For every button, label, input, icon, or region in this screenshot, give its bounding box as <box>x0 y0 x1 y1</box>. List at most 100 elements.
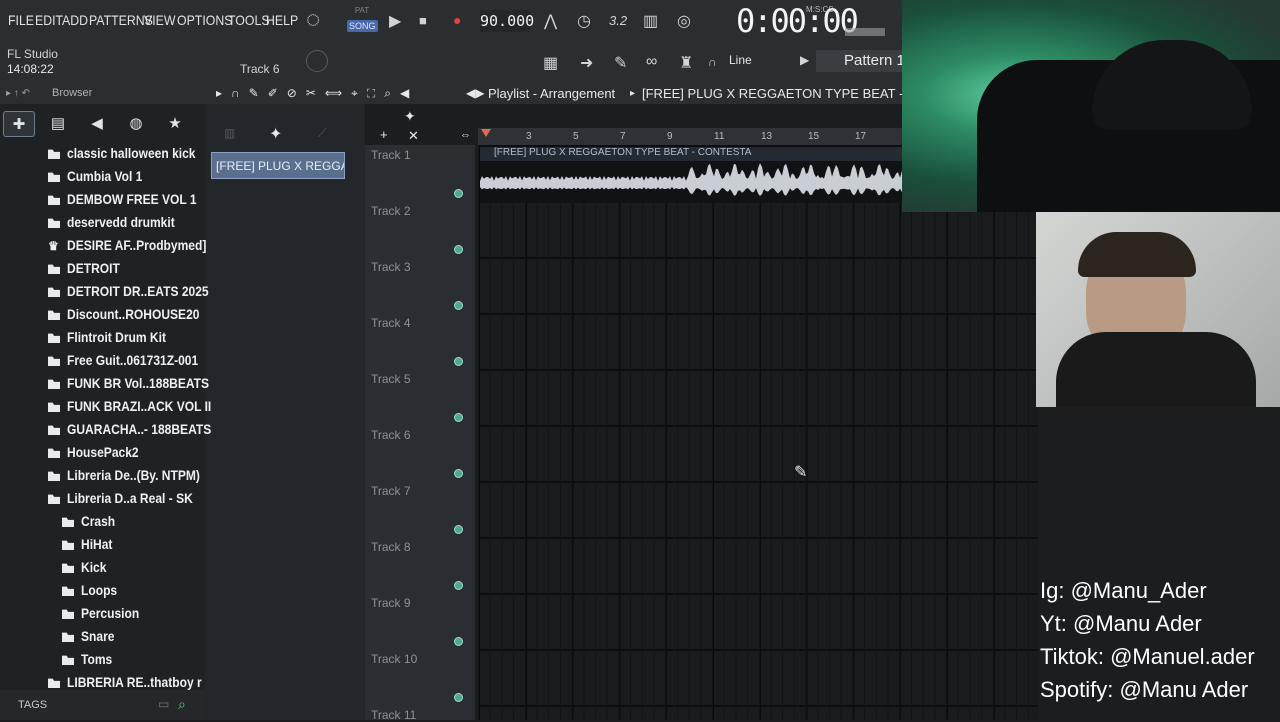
volume-knob-icon[interactable] <box>306 50 328 72</box>
play-icon[interactable]: ▶ <box>389 11 401 31</box>
ruler-bar-number: 3 <box>526 131 532 142</box>
browser-header <box>0 84 205 104</box>
track-mute-led[interactable] <box>454 469 463 478</box>
browser-folder-item[interactable]: Crash <box>62 513 121 536</box>
browser-folder-item[interactable]: DETROIT DR..EATS 2025 <box>48 283 232 306</box>
all-tab-icon[interactable]: ✚ <box>3 111 35 137</box>
waveform-icon[interactable]: ✦ <box>404 108 416 125</box>
browser-folder-item[interactable]: GUARACHA..- 188BEATS <box>48 421 235 444</box>
menu-help[interactable]: HELP <box>266 12 298 28</box>
speaker-tab-icon[interactable]: ◀ <box>81 111 113 137</box>
track-name[interactable]: Track 2 <box>371 204 411 218</box>
playhead-marker[interactable] <box>481 129 491 137</box>
close-icon[interactable]: ✕ <box>408 128 419 144</box>
menu-options[interactable]: OPTIONS <box>177 12 232 28</box>
pitch-icon[interactable]: ⋀ <box>544 11 557 31</box>
link-icon[interactable]: ∞ <box>646 53 657 71</box>
menu-edit[interactable]: EDIT <box>35 12 63 28</box>
track-mute-led[interactable] <box>454 693 463 702</box>
next-pattern-icon[interactable]: ▶ <box>800 53 809 67</box>
keyboard-icon[interactable]: ▥ <box>643 11 658 31</box>
track-name[interactable]: Track 3 <box>371 260 411 274</box>
globe-tab-icon[interactable]: ◍ <box>120 111 152 137</box>
browser-folder-item[interactable]: ♛ DESIRE AF..Prodbymed] <box>48 237 229 260</box>
mixer-icon[interactable]: ♜ <box>679 53 693 73</box>
track-mute-led[interactable] <box>454 637 463 646</box>
browser-folder-item[interactable]: FUNK BRAZI..ACK VOL II <box>48 398 235 421</box>
browser-folder-item[interactable]: HousePack2 <box>48 444 150 467</box>
audio-picker-icon[interactable]: ✦ <box>269 124 282 144</box>
automation-picker-icon[interactable]: ⟋ <box>318 126 326 141</box>
folder-icon <box>48 471 60 481</box>
star-tab-icon[interactable]: ★ <box>159 111 191 137</box>
track-mute-led[interactable] <box>454 357 463 366</box>
browser-folder-item[interactable]: Flintroit Drum Kit <box>48 329 182 352</box>
channel-clip[interactable]: [FREE] PLUG X REGGA... <box>211 152 345 179</box>
track-mute-led[interactable] <box>454 301 463 310</box>
app-name: FL Studio <box>7 47 58 61</box>
menu-view[interactable]: VIEW <box>144 12 175 28</box>
browser-folder-item[interactable]: Discount..ROHOUSE20 <box>48 306 221 329</box>
browser-folder-item[interactable]: Percusion <box>62 605 149 628</box>
pattern-selector[interactable]: Pattern 1 <box>816 50 905 72</box>
folder-icon <box>48 333 60 343</box>
tempo-display[interactable]: 90.000 <box>480 10 534 32</box>
wait-icon[interactable]: ◎ <box>677 11 691 31</box>
step-value[interactable]: 3.2 <box>609 13 627 28</box>
playlist-grid[interactable] <box>478 145 1038 720</box>
browser-folder-item[interactable]: Libreria D..a Real - SK <box>48 490 213 513</box>
resize-icon[interactable]: ⇔ <box>460 129 471 141</box>
track-name[interactable]: Track 6 <box>371 428 411 442</box>
track-name[interactable]: Track 7 <box>371 484 411 498</box>
browser-arrow-icon[interactable]: ▸ ↑ ↶ <box>6 88 30 99</box>
metronome-dial-icon[interactable]: ◌ <box>306 6 320 34</box>
browser-folder-item[interactable]: Cumbia Vol 1 <box>48 168 155 191</box>
track-name[interactable]: Track 10 <box>371 652 417 666</box>
browser-folder-item[interactable]: Kick <box>62 559 111 582</box>
track-mute-led[interactable] <box>454 245 463 254</box>
track-name[interactable]: Track 4 <box>371 316 411 330</box>
record-icon[interactable]: ● <box>453 12 461 28</box>
browser-folder-item[interactable]: DETROIT <box>48 260 128 283</box>
browser-folder-item[interactable]: Snare <box>62 628 120 651</box>
browser-folder-item[interactable]: deservedd drumkit <box>48 214 192 237</box>
browser-folder-item[interactable]: Free Guit..061731Z-001 <box>48 352 220 375</box>
browser-folder-label: DEMBOW FREE VOL 1 <box>67 191 197 207</box>
browser-folder-item[interactable]: LIBRERIA RE..thatboy r <box>48 674 224 697</box>
arrow-right-icon[interactable]: ➜ <box>580 53 593 73</box>
track-mute-led[interactable] <box>454 413 463 422</box>
stop-icon[interactable]: ■ <box>419 13 427 28</box>
add-track-icon[interactable]: + <box>380 127 388 142</box>
timeline-ruler[interactable] <box>478 128 905 145</box>
piano-roll-icon[interactable]: ▦ <box>543 53 558 73</box>
track-name[interactable]: Track 5 <box>371 372 411 386</box>
plugin-icon[interactable]: ✎ <box>614 53 627 73</box>
browser-folder-item[interactable]: DEMBOW FREE VOL 1 <box>48 191 218 214</box>
playlist-menu-icon[interactable]: ◀▶ <box>466 86 484 100</box>
browser-folder-item[interactable]: Loops <box>62 582 123 605</box>
menu-add[interactable]: ADD <box>62 12 88 28</box>
playlist-tool-icons[interactable]: ▸∩✎✐⊘✂⟺⌖⛶⌕◀ <box>216 86 418 101</box>
browser-folder-item[interactable]: classic halloween kick <box>48 145 216 168</box>
pattern-label: Pattern 1 <box>844 52 905 69</box>
magnet-icon[interactable]: ∩ <box>708 55 717 69</box>
track-name[interactable]: Track 9 <box>371 596 411 610</box>
browser-folder-item[interactable]: Libreria De..(By. NTPM) <box>48 467 222 490</box>
browser-folder-item[interactable]: Toms <box>62 651 117 674</box>
track-mute-led[interactable] <box>454 581 463 590</box>
track-name[interactable]: Track 8 <box>371 540 411 554</box>
snap-selector[interactable]: Line <box>729 53 752 67</box>
menu-tools[interactable]: TOOLS <box>228 12 270 28</box>
file-tab-icon[interactable]: ▤ <box>42 111 74 137</box>
folder-icon[interactable]: ▭ <box>158 697 169 711</box>
loop-record-icon[interactable]: ◷ <box>577 11 591 31</box>
search-icon[interactable]: ⌕ <box>178 696 186 713</box>
track-name[interactable]: Track 1 <box>371 148 411 162</box>
browser-folder-item[interactable]: FUNK BR Vol..188BEATS <box>48 375 232 398</box>
browser-folder-item[interactable]: HiHat <box>62 536 118 559</box>
track-mute-led[interactable] <box>454 189 463 198</box>
pattern-picker-icon[interactable]: ▥ <box>224 126 235 140</box>
track-mute-led[interactable] <box>454 525 463 534</box>
menu-file[interactable]: FILE <box>8 12 34 28</box>
song-mode-toggle[interactable]: SONG <box>347 20 378 32</box>
